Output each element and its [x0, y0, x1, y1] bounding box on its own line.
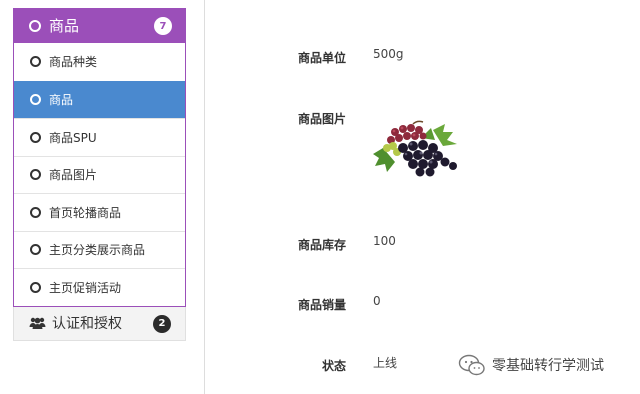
circle-outline-icon — [30, 281, 41, 293]
users-icon — [29, 317, 46, 329]
content-divider — [204, 0, 205, 394]
sales-value: 0 — [373, 294, 381, 308]
stock-value: 100 — [373, 234, 396, 248]
sidebar-item-home-carousel[interactable]: 首页轮播商品 — [14, 193, 185, 231]
sidebar-item-label: 商品种类 — [49, 55, 98, 70]
watermark-text: 零基础转行学测试 — [492, 358, 604, 374]
sidebar-item-product-spu[interactable]: 商品SPU — [14, 118, 185, 156]
sidebar-item-home-category-display[interactable]: 主页分类展示商品 — [14, 230, 185, 269]
sidebar-item-label: 主页促销活动 — [49, 280, 122, 295]
circle-outline-icon — [29, 19, 41, 32]
status-value: 上线 — [373, 356, 398, 370]
submenu-products: 商品种类 商品 商品SPU 商品图片 首页轮播商品 主页分类展示商品 主页促销活… — [13, 43, 186, 307]
circle-outline-icon — [30, 56, 41, 68]
circle-outline-icon — [30, 244, 41, 256]
sidebar: 商品 7 商品种类 商品 商品SPU 商品图片 首页轮播商品 主页分类展示商品 … — [13, 8, 186, 341]
sidebar-item-label: 商品SPU — [49, 130, 97, 145]
circle-outline-icon — [30, 94, 41, 106]
watermark: 零基础转行学测试 — [458, 354, 604, 376]
circle-outline-icon — [30, 131, 41, 143]
stock-label: 商品库存 — [297, 238, 346, 252]
menu-group-products-label: 商品 — [49, 17, 80, 35]
circle-outline-icon — [30, 169, 41, 181]
product-image-grapes — [373, 120, 457, 177]
sidebar-item-product[interactable]: 商品 — [14, 80, 185, 118]
menu-group-products[interactable]: 商品 7 — [13, 8, 186, 43]
status-label: 状态 — [321, 359, 346, 373]
sidebar-item-label: 商品 — [49, 93, 74, 108]
sidebar-item-product-category[interactable]: 商品种类 — [14, 43, 185, 81]
sidebar-item-home-promotions[interactable]: 主页促销活动 — [14, 268, 185, 306]
menu-group-auth-label: 认证和授权 — [52, 316, 122, 332]
admin-page: 商品 7 商品种类 商品 商品SPU 商品图片 首页轮播商品 主页分类展示商品 … — [0, 0, 640, 394]
image-label: 商品图片 — [297, 112, 346, 126]
wechat-icon — [458, 354, 485, 376]
unit-value: 500g — [373, 47, 404, 61]
unit-label: 商品单位 — [297, 51, 346, 65]
circle-outline-icon — [30, 206, 41, 218]
menu-group-auth[interactable]: 认证和授权 2 — [13, 306, 186, 341]
sales-label: 商品销量 — [297, 298, 346, 312]
sidebar-item-product-images[interactable]: 商品图片 — [14, 155, 185, 194]
menu-group-products-badge: 7 — [154, 17, 172, 35]
sidebar-item-label: 首页轮播商品 — [49, 205, 122, 220]
sidebar-item-label: 主页分类展示商品 — [49, 243, 146, 258]
menu-group-auth-badge: 2 — [153, 314, 171, 333]
sidebar-item-label: 商品图片 — [49, 168, 98, 183]
